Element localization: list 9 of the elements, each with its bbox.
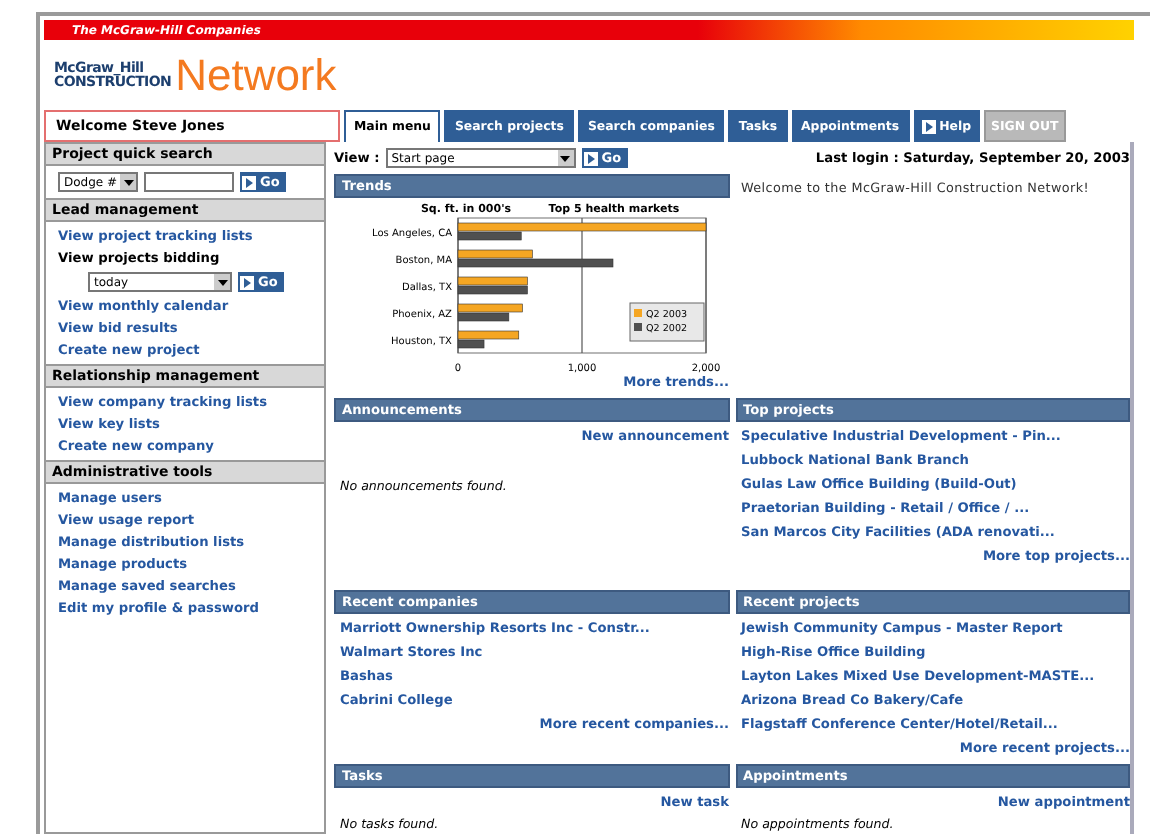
play-icon bbox=[583, 151, 598, 165]
search-field[interactable] bbox=[144, 172, 234, 192]
dropdown-arrow-icon bbox=[560, 155, 571, 161]
play-icon bbox=[921, 119, 936, 133]
play-icon bbox=[240, 275, 254, 289]
play-icon bbox=[242, 175, 256, 189]
logo-title: Network bbox=[175, 49, 337, 101]
dropdown-arrow-icon bbox=[217, 279, 227, 285]
dropdown-arrow-icon bbox=[123, 179, 133, 185]
